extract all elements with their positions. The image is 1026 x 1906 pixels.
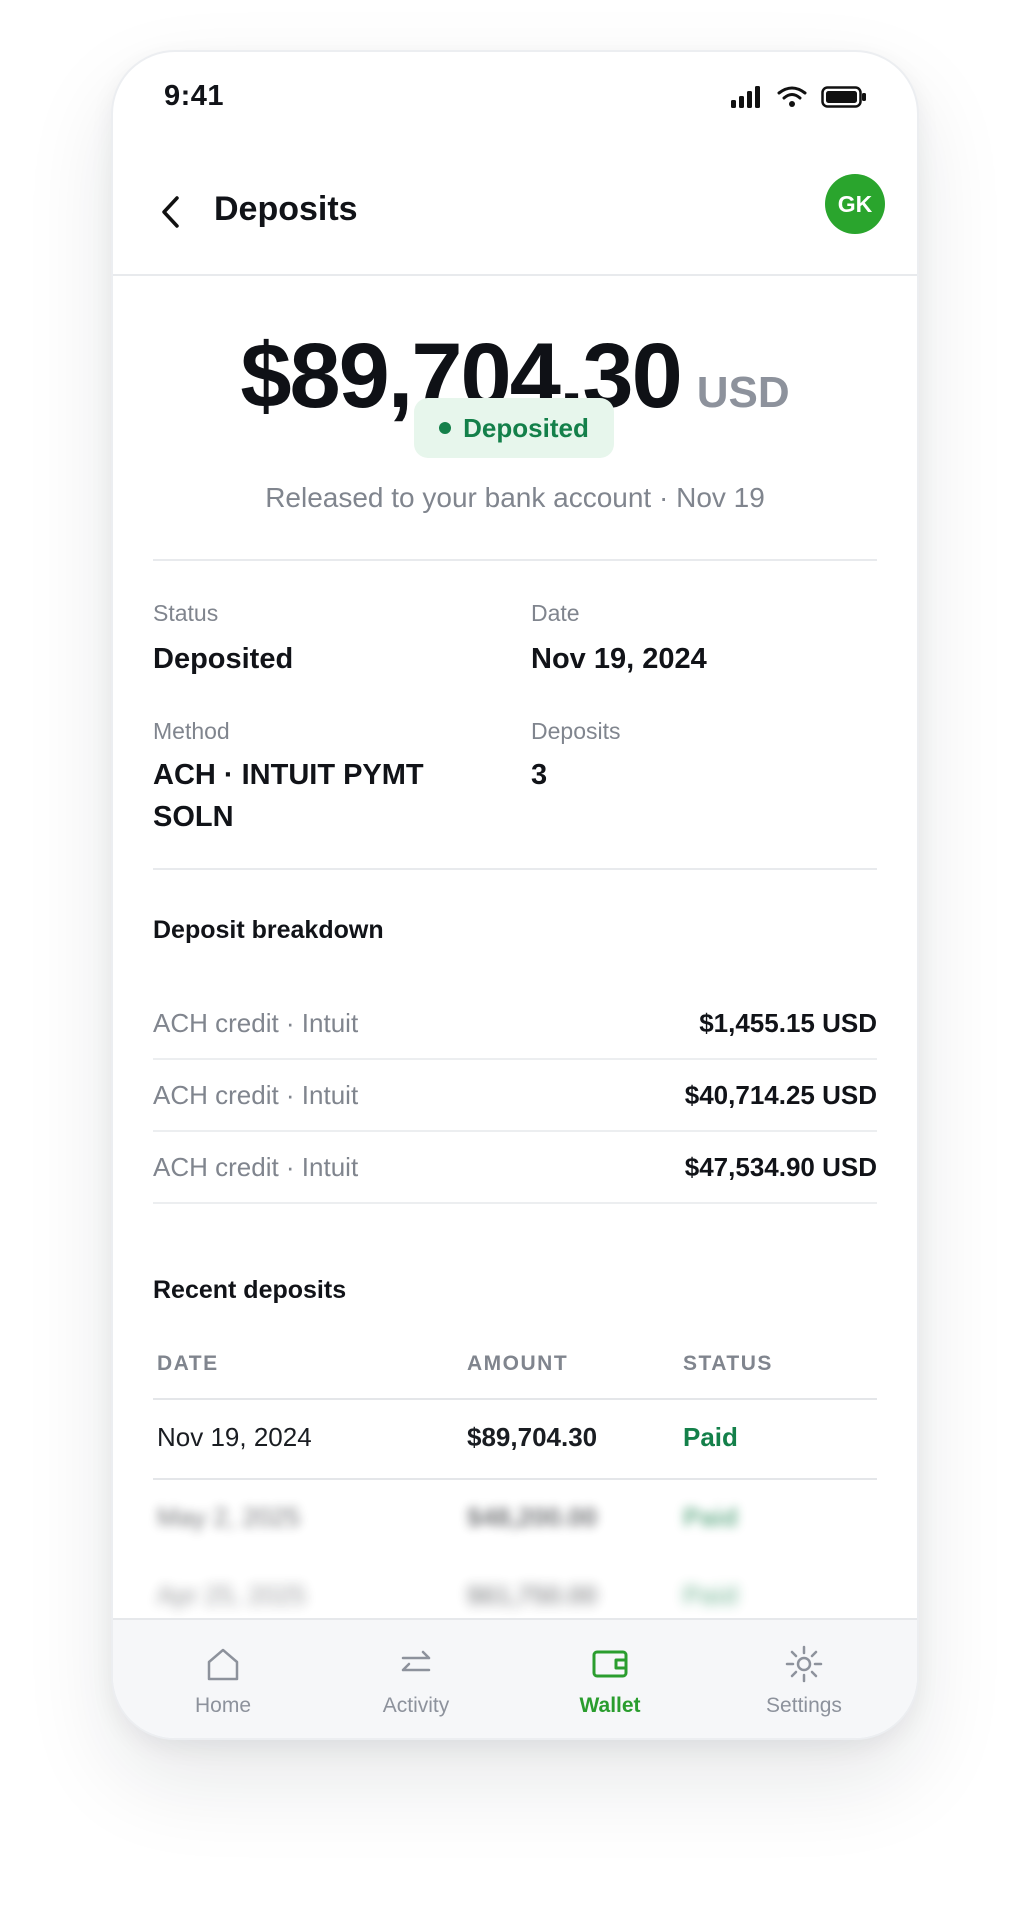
status-time: 9:41 (164, 80, 225, 112)
column-header-amount: AMOUNT (467, 1352, 569, 1375)
row-amount: $89,704.30 (467, 1422, 598, 1452)
tab-wallet[interactable]: Wallet (540, 1642, 680, 1718)
row-date: Apr 25, 2025 (157, 1580, 306, 1610)
breakdown-row: ACH credit · Intuit $1,455.15 USD (153, 988, 877, 1060)
status-dot-icon (439, 422, 452, 434)
page-title: Deposits (214, 190, 358, 228)
home-icon (207, 1648, 239, 1681)
date-label: Date (531, 600, 580, 626)
method-label: Method (153, 718, 230, 744)
column-header-status: STATUS (683, 1352, 773, 1375)
table-row[interactable]: May 2, 2025 $48,200.00 Paid (153, 1478, 877, 1558)
tab-home[interactable]: Home (153, 1642, 293, 1718)
avatar[interactable]: GK (825, 174, 885, 234)
method-value-line2: SOLN (153, 801, 234, 833)
deposits-count-label: Deposits (531, 718, 621, 744)
status-badge: Deposited (414, 398, 614, 458)
cellular-signal-icon (731, 86, 760, 108)
tab-settings-label: Settings (766, 1694, 842, 1717)
breakdown-row: ACH credit · Intuit $47,534.90 USD (153, 1132, 877, 1204)
divider (153, 868, 877, 870)
row-date: May 2, 2025 (157, 1502, 301, 1532)
breakdown-amount: $47,534.90 USD (684, 1152, 877, 1182)
breakdown-amount: $40,714.25 USD (684, 1080, 877, 1110)
wifi-icon (777, 86, 807, 107)
row-status: Paid (683, 1422, 738, 1452)
status-value: Deposited (153, 643, 294, 675)
tab-bar: Home Activity Wallet Settings (113, 1618, 917, 1738)
tab-activity-label: Activity (382, 1694, 450, 1717)
settings-icon (785, 1645, 823, 1683)
row-date: Nov 19, 2024 (157, 1422, 312, 1452)
tab-home-label: Home (194, 1694, 252, 1717)
battery-icon (821, 86, 866, 108)
deposits-count-value: 3 (531, 759, 548, 791)
status-icons (731, 86, 867, 108)
breakdown-label: ACH credit · Intuit (153, 1152, 359, 1182)
phone-frame: 9:41 Deposits GK $89,704.30 USD Deposite… (111, 50, 919, 1740)
method-value: ACH · INTUIT PYMT SOLN (153, 754, 424, 838)
wallet-icon (592, 1650, 628, 1678)
table-row[interactable]: Nov 19, 2024 $89,704.30 Paid (153, 1398, 877, 1478)
breakdown-label: ACH credit · Intuit (153, 1008, 359, 1038)
status-bar: 9:41 (113, 52, 917, 142)
breakdown-row: ACH credit · Intuit $40,714.25 USD (153, 1060, 877, 1132)
back-chevron-icon[interactable] (151, 192, 191, 232)
divider (153, 559, 877, 561)
row-status: Paid (683, 1502, 738, 1532)
column-header-date: DATE (157, 1352, 219, 1375)
breakdown-title: Deposit breakdown (153, 916, 384, 944)
date-value: Nov 19, 2024 (531, 643, 707, 675)
nav-header: Deposits GK (113, 170, 917, 276)
row-amount: $48,200.00 (467, 1502, 598, 1532)
status-label: Status (153, 600, 219, 626)
row-status: Paid (683, 1580, 738, 1610)
breakdown-amount: $1,455.15 USD (699, 1008, 877, 1038)
recent-deposits-title: Recent deposits (153, 1276, 347, 1304)
tab-wallet-label: Wallet (579, 1694, 641, 1717)
deposit-currency: USD (696, 368, 790, 417)
method-value-line1: ACH · INTUIT PYMT (153, 759, 424, 791)
transfer-icon (401, 1650, 431, 1672)
row-amount: $61,750.00 (467, 1580, 598, 1610)
tab-activity[interactable]: Activity (346, 1642, 486, 1718)
release-note: Released to your bank account · Nov 19 (265, 482, 765, 513)
status-badge-label: Deposited (463, 412, 589, 443)
tab-settings[interactable]: Settings (734, 1642, 874, 1718)
breakdown-label: ACH credit · Intuit (153, 1080, 359, 1110)
